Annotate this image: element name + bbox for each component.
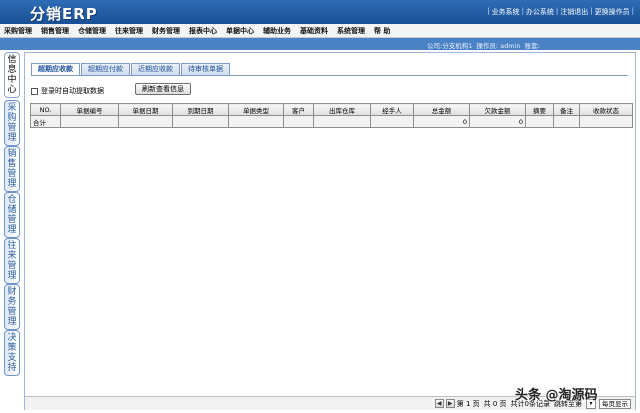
auto-fetch-label: 登录时自动提取数据 xyxy=(41,87,104,95)
menu-purchase[interactable]: 采购管理 xyxy=(4,26,32,36)
table-cell xyxy=(283,115,314,128)
sidebar-tab-sales[interactable]: 销售管理 xyxy=(4,146,20,192)
menu-help[interactable]: 帮 助 xyxy=(374,26,390,36)
total-pages: 共 0 页 xyxy=(483,399,507,408)
column-header[interactable]: 单据编号 xyxy=(60,103,119,116)
account-info: 账套: xyxy=(524,42,540,50)
tab-recent-receivables[interactable]: 近期应收款 xyxy=(131,63,180,75)
column-header[interactable]: 欠款金额 xyxy=(469,103,526,116)
column-header[interactable]: NO. xyxy=(30,103,61,116)
sidebar-tab-purchase[interactable]: 采购管理 xyxy=(4,100,20,146)
menu-warehouse[interactable]: 仓储管理 xyxy=(78,26,106,36)
sidebar-tab-label: 采购管理 xyxy=(7,103,17,143)
table-cell xyxy=(579,115,633,128)
column-header[interactable]: 总金额 xyxy=(413,103,470,116)
table-cell xyxy=(172,115,229,128)
sidebar-tab-accounts[interactable]: 往来管理 xyxy=(4,238,20,284)
column-header[interactable]: 单据类型 xyxy=(228,103,284,116)
next-page-icon[interactable]: ▶ xyxy=(445,399,455,408)
table-cell xyxy=(370,115,414,128)
column-header[interactable]: 到期日期 xyxy=(172,103,229,116)
sidebar-tab-warehouse[interactable]: 仓储管理 xyxy=(4,192,20,238)
top-banner: 分销ERP | 业务系统 | 办公系统 | 注销退出 | 更换操作员 | xyxy=(0,0,640,24)
column-header[interactable]: 备注 xyxy=(553,103,580,116)
table-cell xyxy=(118,115,173,128)
auto-fetch-option: 登录时自动提取数据 xyxy=(31,86,104,96)
status-info-bar: 公司:分支机构1 操作员: admin 账套: xyxy=(0,38,640,50)
column-header[interactable]: 客户 xyxy=(283,103,314,116)
top-links: | 业务系统 | 办公系统 | 注销退出 | 更换操作员 | xyxy=(487,7,634,17)
menu-accounts[interactable]: 往来管理 xyxy=(115,26,143,36)
current-page: 第 1 页 xyxy=(456,399,480,408)
table-cell xyxy=(60,115,119,128)
menu-finance[interactable]: 财务管理 xyxy=(152,26,180,36)
sidebar-tab-label: 往来管理 xyxy=(7,241,17,281)
sidebar-tab-info-center[interactable]: 信息中心 xyxy=(4,52,20,98)
column-header[interactable]: 摘要 xyxy=(525,103,554,116)
link-business-system[interactable]: 业务系统 xyxy=(492,7,520,17)
link-office-system[interactable]: 办公系统 xyxy=(526,7,554,17)
menu-documents[interactable]: 单据中心 xyxy=(226,26,254,36)
tab-pending-review[interactable]: 待审核单据 xyxy=(181,63,230,75)
sidebar-tab-decision-support[interactable]: 决策支持 xyxy=(4,330,20,376)
table-cell xyxy=(525,115,554,128)
tab-overdue-payables[interactable]: 超期应付款 xyxy=(81,63,130,75)
menu-reports[interactable]: 报表中心 xyxy=(189,26,217,36)
sidebar-tab-label: 财务管理 xyxy=(7,287,17,327)
tab-overdue-receivables[interactable]: 超期应收款 xyxy=(31,63,80,75)
total-label: 合计 xyxy=(30,115,61,128)
table-cell xyxy=(553,115,580,128)
page-size-select[interactable]: 每页显示 xyxy=(599,398,631,409)
main-menu: 采购管理 销售管理 仓储管理 往来管理 财务管理 报表中心 单据中心 辅助业务 … xyxy=(0,24,640,38)
table-cell xyxy=(313,115,371,128)
sidebar-tab-finance[interactable]: 财务管理 xyxy=(4,284,20,330)
sidebar-tab-label: 决策支持 xyxy=(7,333,17,373)
sidebar-tab-label: 信息中心 xyxy=(7,55,17,95)
total-amount: 0 xyxy=(413,115,470,128)
menu-sales[interactable]: 销售管理 xyxy=(41,26,69,36)
sidebar-tab-label: 销售管理 xyxy=(7,149,17,189)
prev-page-icon[interactable]: ◀ xyxy=(434,399,444,408)
link-change-operator[interactable]: 更换操作员 xyxy=(595,7,630,17)
column-header[interactable]: 经手人 xyxy=(370,103,414,116)
menu-system[interactable]: 系统管理 xyxy=(337,26,365,36)
tab-strip: 超期应收款 超期应付款 近期应收款 待审核单据 xyxy=(31,63,231,75)
owed-amount: 0 xyxy=(469,115,526,128)
menu-auxiliary[interactable]: 辅助业务 xyxy=(263,26,291,36)
total-row: 合计 0 0 xyxy=(30,115,633,128)
data-table: NO. 单据编号 单据日期 到期日期 单据类型 客户 出库仓库 经手人 总金额 … xyxy=(30,103,633,128)
main-panel: 超期应收款 超期应付款 近期应收款 待审核单据 登录时自动提取数据 刷新查看信息… xyxy=(24,52,636,410)
company-info: 公司:分支机构1 xyxy=(427,42,473,50)
tab-underline xyxy=(31,75,628,76)
column-header[interactable]: 收款状态 xyxy=(579,103,633,116)
watermark-text: 头条 @淘源码 xyxy=(515,388,598,403)
sidebar: 信息中心 采购管理 销售管理 仓储管理 往来管理 财务管理 决策支持 xyxy=(0,50,24,413)
table-cell xyxy=(228,115,284,128)
app-logo: 分销ERP xyxy=(30,5,98,23)
menu-basic-data[interactable]: 基础资料 xyxy=(300,26,328,36)
sidebar-tab-label: 仓储管理 xyxy=(7,195,17,235)
column-header[interactable]: 单据日期 xyxy=(118,103,173,116)
operator-info: 操作员: admin xyxy=(476,42,521,50)
auto-fetch-checkbox[interactable] xyxy=(31,87,38,95)
refresh-button[interactable]: 刷新查看信息 xyxy=(135,83,191,95)
column-header[interactable]: 出库仓库 xyxy=(313,103,371,116)
link-logout[interactable]: 注销退出 xyxy=(560,7,588,17)
table-header-row: NO. 单据编号 单据日期 到期日期 单据类型 客户 出库仓库 经手人 总金额 … xyxy=(30,103,633,116)
